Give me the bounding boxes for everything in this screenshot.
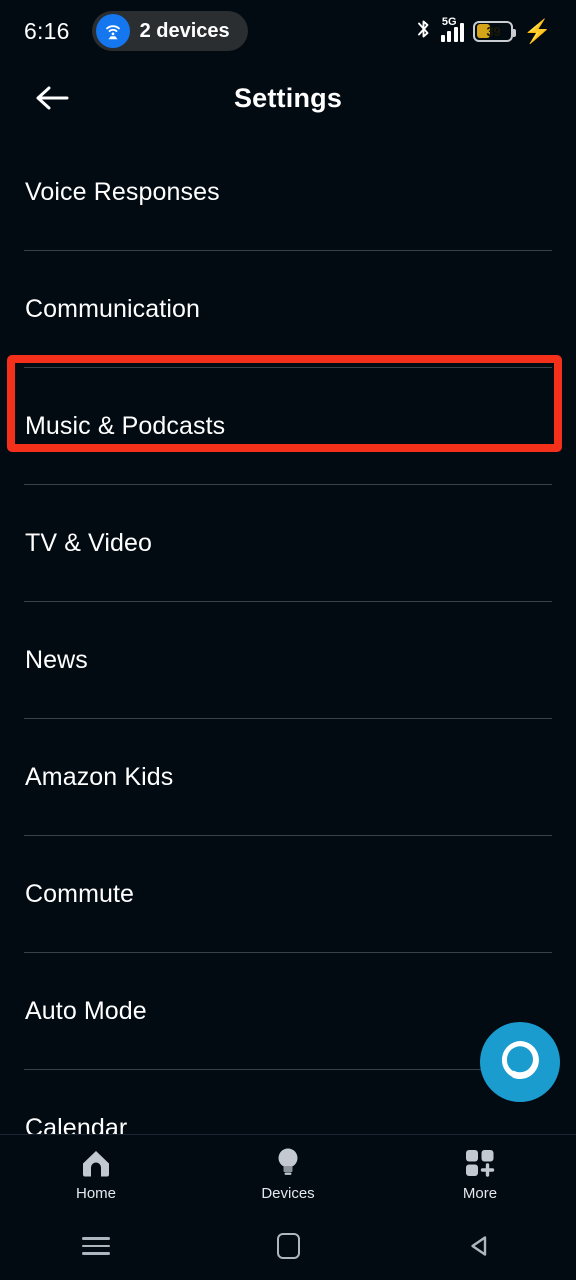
android-nav-bar (0, 1212, 576, 1280)
status-clock: 6:16 (24, 17, 70, 44)
network-type-label: 5G (441, 16, 457, 28)
hotspot-label: 2 devices (139, 19, 230, 42)
status-bar: 6:16 2 devices 5G 39 ⚡ (0, 0, 576, 62)
list-item-music-podcasts[interactable]: Music & Podcasts (0, 368, 576, 485)
tab-label: Home (75, 1184, 116, 1202)
list-item-label: News (25, 646, 88, 674)
settings-list: Voice Responses Communication Music & Po… (0, 134, 576, 1187)
alexa-button[interactable] (480, 1022, 560, 1102)
app-header: Settings (0, 62, 576, 134)
list-item-label: Auto Mode (25, 997, 147, 1025)
list-item-label: Voice Responses (25, 178, 220, 206)
hamburger-menu-icon[interactable] (0, 1237, 192, 1255)
list-item-label: Communication (25, 295, 200, 323)
list-item-label: Music & Podcasts (25, 412, 226, 440)
lightning-bolt-icon: ⚡ (523, 17, 552, 44)
triangle-back-icon[interactable] (384, 1233, 576, 1259)
list-item[interactable]: TV & Video (0, 485, 576, 602)
bluetooth-icon (415, 17, 432, 46)
alexa-logo-icon (495, 1035, 545, 1090)
lightbulb-icon (275, 1146, 301, 1180)
phone-screen: 6:16 2 devices 5G 39 ⚡ Settings Voice Re… (0, 0, 576, 1280)
list-item-label: TV & Video (25, 529, 153, 557)
home-icon (80, 1146, 112, 1180)
list-item-label: Commute (25, 880, 135, 908)
battery-icon: 39 (473, 20, 517, 42)
grid-plus-icon (464, 1146, 496, 1180)
page-title: Settings (233, 82, 343, 113)
tab-label: More (462, 1184, 498, 1202)
hotspot-chip[interactable]: 2 devices (91, 11, 248, 51)
tab-devices[interactable]: Devices (192, 1146, 384, 1202)
list-item[interactable]: Amazon Kids (0, 719, 576, 836)
tab-home[interactable]: Home (0, 1146, 192, 1202)
list-item[interactable]: Voice Responses (0, 134, 576, 251)
bottom-tab-bar: Home Devices More (0, 1134, 576, 1212)
list-item-label: Amazon Kids (25, 763, 174, 791)
list-item[interactable]: News (0, 602, 576, 719)
hotspot-icon (95, 14, 130, 48)
square-home-icon[interactable] (192, 1233, 384, 1259)
tab-label: Devices (261, 1184, 315, 1202)
tab-more[interactable]: More (384, 1146, 576, 1202)
status-icons: 5G 39 ⚡ (415, 17, 552, 46)
back-arrow-icon[interactable] (26, 72, 78, 124)
battery-level-label: 39 (486, 23, 501, 39)
list-item[interactable]: Commute (0, 836, 576, 953)
list-item[interactable]: Communication (0, 251, 576, 368)
signal-bars-icon: 5G (440, 16, 465, 42)
